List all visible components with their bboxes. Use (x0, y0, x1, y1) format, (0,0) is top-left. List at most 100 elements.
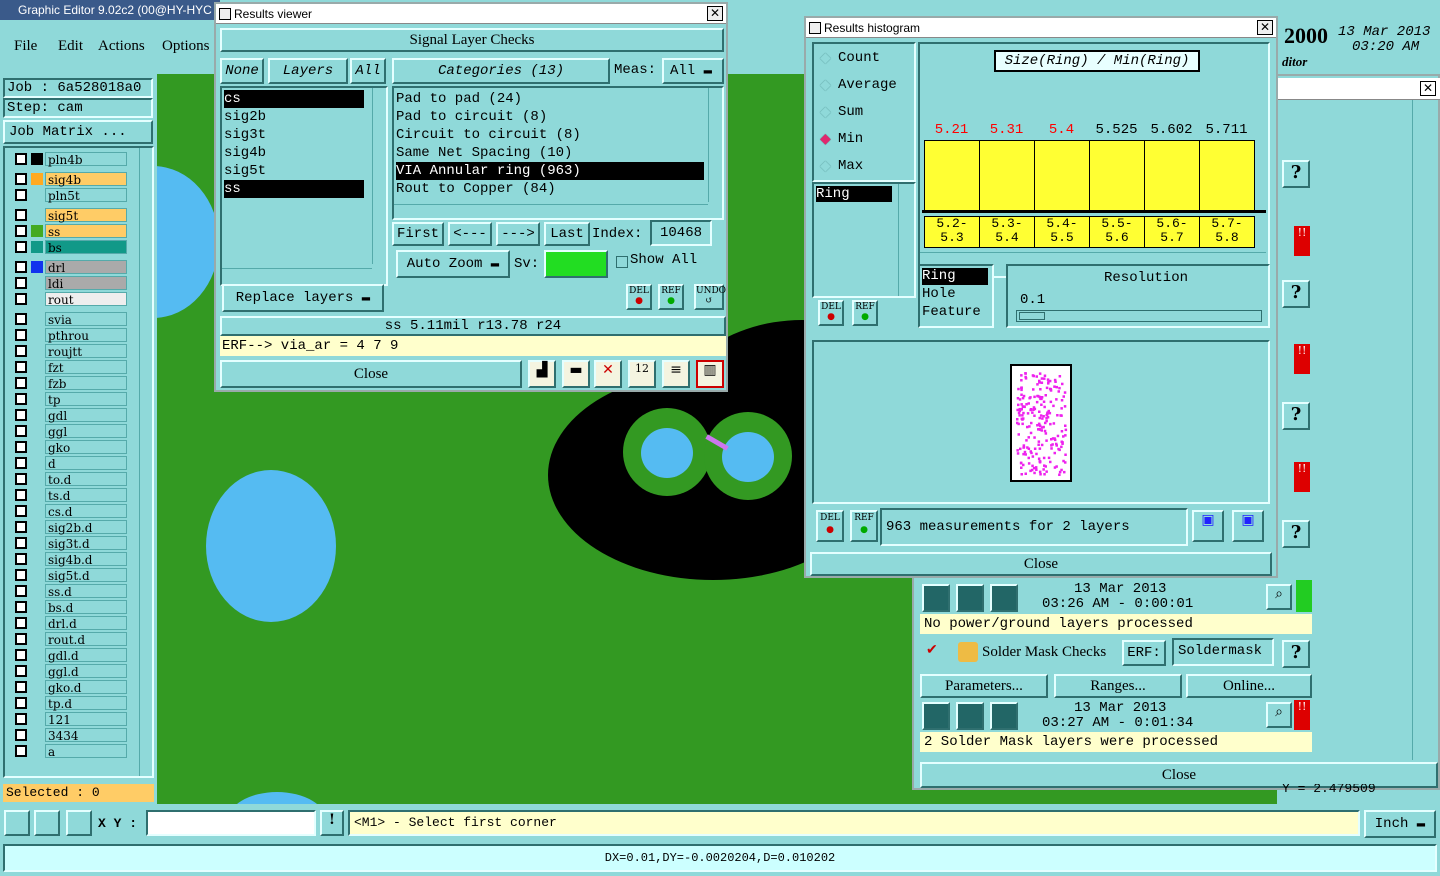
layer-checkbox[interactable] (15, 393, 27, 405)
layer-row[interactable]: ldi (13, 276, 127, 291)
layer-row[interactable]: pln5t (13, 188, 127, 203)
help-button[interactable]: ? (1282, 280, 1310, 308)
menu-file[interactable]: File (14, 38, 37, 55)
histogram-bar[interactable] (924, 140, 980, 212)
report-icon[interactable]: ≡ (662, 360, 690, 388)
ref-button[interactable]: REF ● (658, 284, 684, 310)
export-layer-icon[interactable]: ▣ (1232, 510, 1264, 542)
del-button[interactable]: DEL ● (816, 510, 844, 542)
layer-checkbox[interactable] (15, 189, 27, 201)
layer-checkbox[interactable] (15, 173, 27, 185)
histogram-close-button[interactable]: Close (810, 552, 1272, 576)
layer-checkbox[interactable] (15, 473, 27, 485)
ring-item[interactable]: Ring (816, 186, 892, 202)
layer-row[interactable]: sig3t.d (13, 536, 127, 551)
layer-row[interactable]: drl.d (13, 616, 127, 631)
run-icon[interactable] (922, 702, 950, 730)
results-layer-item[interactable]: cs (224, 90, 364, 108)
measure-icon[interactable] (34, 810, 60, 836)
layer-checkbox[interactable] (15, 745, 27, 757)
type-item[interactable]: Ring (922, 268, 988, 285)
layer-checkbox[interactable] (15, 425, 27, 437)
layer-row[interactable]: 121 (13, 712, 127, 727)
zoom-icon[interactable] (4, 810, 30, 836)
histogram-bar[interactable] (1089, 140, 1145, 212)
stop-icon[interactable] (990, 584, 1018, 612)
layer-row[interactable]: ggl.d (13, 664, 127, 679)
zoom-icon[interactable]: ⌕ (1266, 702, 1292, 728)
layer-checkbox[interactable] (15, 277, 27, 289)
ref-button[interactable]: REF ● (850, 510, 878, 542)
layer-row[interactable]: pthrou (13, 328, 127, 343)
layer-checkbox[interactable] (15, 457, 27, 469)
layer-checkbox[interactable] (15, 585, 27, 597)
erf-off-icon[interactable]: ✕ (594, 360, 622, 388)
next-button[interactable]: ---> (496, 222, 540, 246)
histogram-icon[interactable]: ▥ (696, 360, 724, 388)
layer-row[interactable]: sig4b (13, 172, 127, 187)
layer-checkbox[interactable] (15, 697, 27, 709)
layer-checkbox[interactable] (15, 681, 27, 693)
results-layer-item[interactable]: ss (224, 180, 364, 198)
layer-checkbox[interactable] (15, 601, 27, 613)
sv-color-select[interactable] (544, 250, 608, 278)
resolution-slider[interactable] (1016, 310, 1262, 322)
scrollbar[interactable] (222, 268, 372, 282)
layer-checkbox[interactable] (15, 153, 27, 165)
slider-thumb[interactable] (1019, 312, 1045, 320)
layer-checkbox[interactable] (15, 345, 27, 357)
results-layer-item[interactable]: sig2b (224, 108, 364, 126)
type-item[interactable]: Hole (922, 286, 988, 303)
close-icon[interactable]: ✕ (707, 6, 723, 21)
layer-row[interactable]: roujtt (13, 344, 127, 359)
menu-actions[interactable]: Actions (98, 38, 145, 55)
layer-selection-list[interactable]: cs sig2b sig3t sig4b sig5t ss (220, 86, 388, 286)
layer-checkbox[interactable] (15, 617, 27, 629)
layer-checkbox[interactable] (15, 377, 27, 389)
sheet-icon[interactable]: ▬ (562, 360, 590, 388)
layer-checkbox[interactable] (15, 521, 27, 533)
layer-checkbox[interactable] (15, 569, 27, 581)
none-button[interactable]: None (220, 58, 264, 84)
layer-checkbox[interactable] (15, 489, 27, 501)
layer-checkbox[interactable] (15, 553, 27, 565)
scrollbar[interactable] (708, 88, 722, 202)
layer-row[interactable]: to.d (13, 472, 127, 487)
results-layer-item[interactable]: sig4b (224, 144, 364, 162)
replace-layers-select[interactable]: Replace layers ▬ (222, 284, 384, 312)
layer-row[interactable]: ss (13, 224, 127, 239)
parameters-button[interactable]: Parameters... (920, 674, 1048, 698)
layer-checkbox[interactable] (15, 313, 27, 325)
undo-button[interactable]: UNDO ↺ (694, 284, 726, 310)
menu-edit[interactable]: Edit (58, 38, 83, 55)
histogram-bar[interactable] (1034, 140, 1090, 212)
show-all-checkbox[interactable] (616, 256, 628, 268)
layer-checkbox[interactable] (15, 713, 27, 725)
layer-row[interactable]: rout (13, 292, 127, 307)
auto-zoom-select[interactable]: Auto Zoom ▬ (396, 250, 510, 278)
layer-checkbox[interactable] (15, 209, 27, 221)
category-item[interactable]: Pad to pad (24) (396, 90, 704, 108)
layer-checkbox[interactable] (15, 361, 27, 373)
layer-row[interactable]: pln4b (13, 152, 127, 167)
layer-row[interactable]: svia (13, 312, 127, 327)
results-layer-item[interactable]: sig3t (224, 126, 364, 144)
del-button[interactable]: DEL ● (818, 300, 844, 326)
scrollbar[interactable] (372, 88, 386, 264)
zoom-icon[interactable]: ⌕ (1266, 584, 1292, 610)
category-list[interactable]: Pad to pad (24) Pad to circuit (8) Circuit… (392, 86, 724, 220)
erf-button[interactable]: ERF: (1122, 640, 1166, 666)
number-icon[interactable]: 12 (628, 360, 656, 388)
category-item[interactable]: VIA Annular ring (963) (396, 162, 704, 180)
ring-list[interactable]: Ring (812, 182, 916, 298)
online-button[interactable]: Online... (1186, 674, 1312, 698)
category-item[interactable]: Same Net Spacing (10) (396, 144, 704, 162)
close-icon[interactable]: ✕ (1257, 20, 1273, 35)
layer-checkbox[interactable] (15, 329, 27, 341)
last-button[interactable]: Last (544, 222, 590, 246)
results-layer-item[interactable]: sig5t (224, 162, 364, 180)
layer-row[interactable]: ts.d (13, 488, 127, 503)
prev-button[interactable]: <--- (448, 222, 492, 246)
histogram-bar[interactable] (979, 140, 1035, 212)
layer-row[interactable]: ggl (13, 424, 127, 439)
